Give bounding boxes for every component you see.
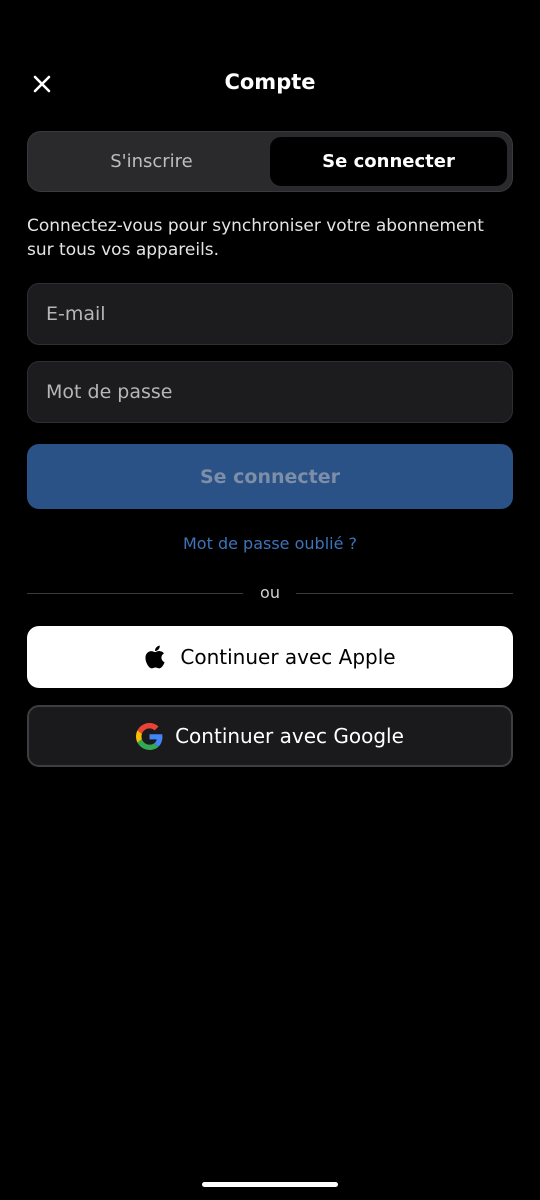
signin-button[interactable]: Se connecter (27, 444, 513, 509)
email-field-container (27, 283, 513, 345)
header: Compte (0, 56, 540, 112)
page-title: Compte (224, 70, 316, 94)
tab-signin[interactable]: Se connecter (270, 137, 507, 186)
divider-line-right (296, 593, 513, 594)
apple-button-label: Continuer avec Apple (180, 645, 396, 669)
apple-icon (145, 645, 165, 669)
google-button-label: Continuer avec Google (175, 724, 404, 748)
signin-description: Connectez-vous pour synchroniser votre a… (27, 216, 484, 260)
auth-mode-segmented-control: S'inscrire Se connecter (27, 131, 513, 192)
password-field-container (27, 361, 513, 423)
email-field[interactable] (28, 284, 512, 344)
password-field[interactable] (28, 362, 512, 422)
continue-with-apple-button[interactable]: Continuer avec Apple (27, 626, 513, 688)
continue-with-google-button[interactable]: Continuer avec Google (27, 705, 513, 767)
home-indicator[interactable] (202, 1182, 338, 1187)
or-divider: ou (27, 583, 513, 605)
forgot-password-link[interactable]: Mot de passe oublié ? (0, 534, 540, 553)
google-icon (136, 722, 163, 750)
tab-signup[interactable]: S'inscrire (33, 137, 270, 186)
